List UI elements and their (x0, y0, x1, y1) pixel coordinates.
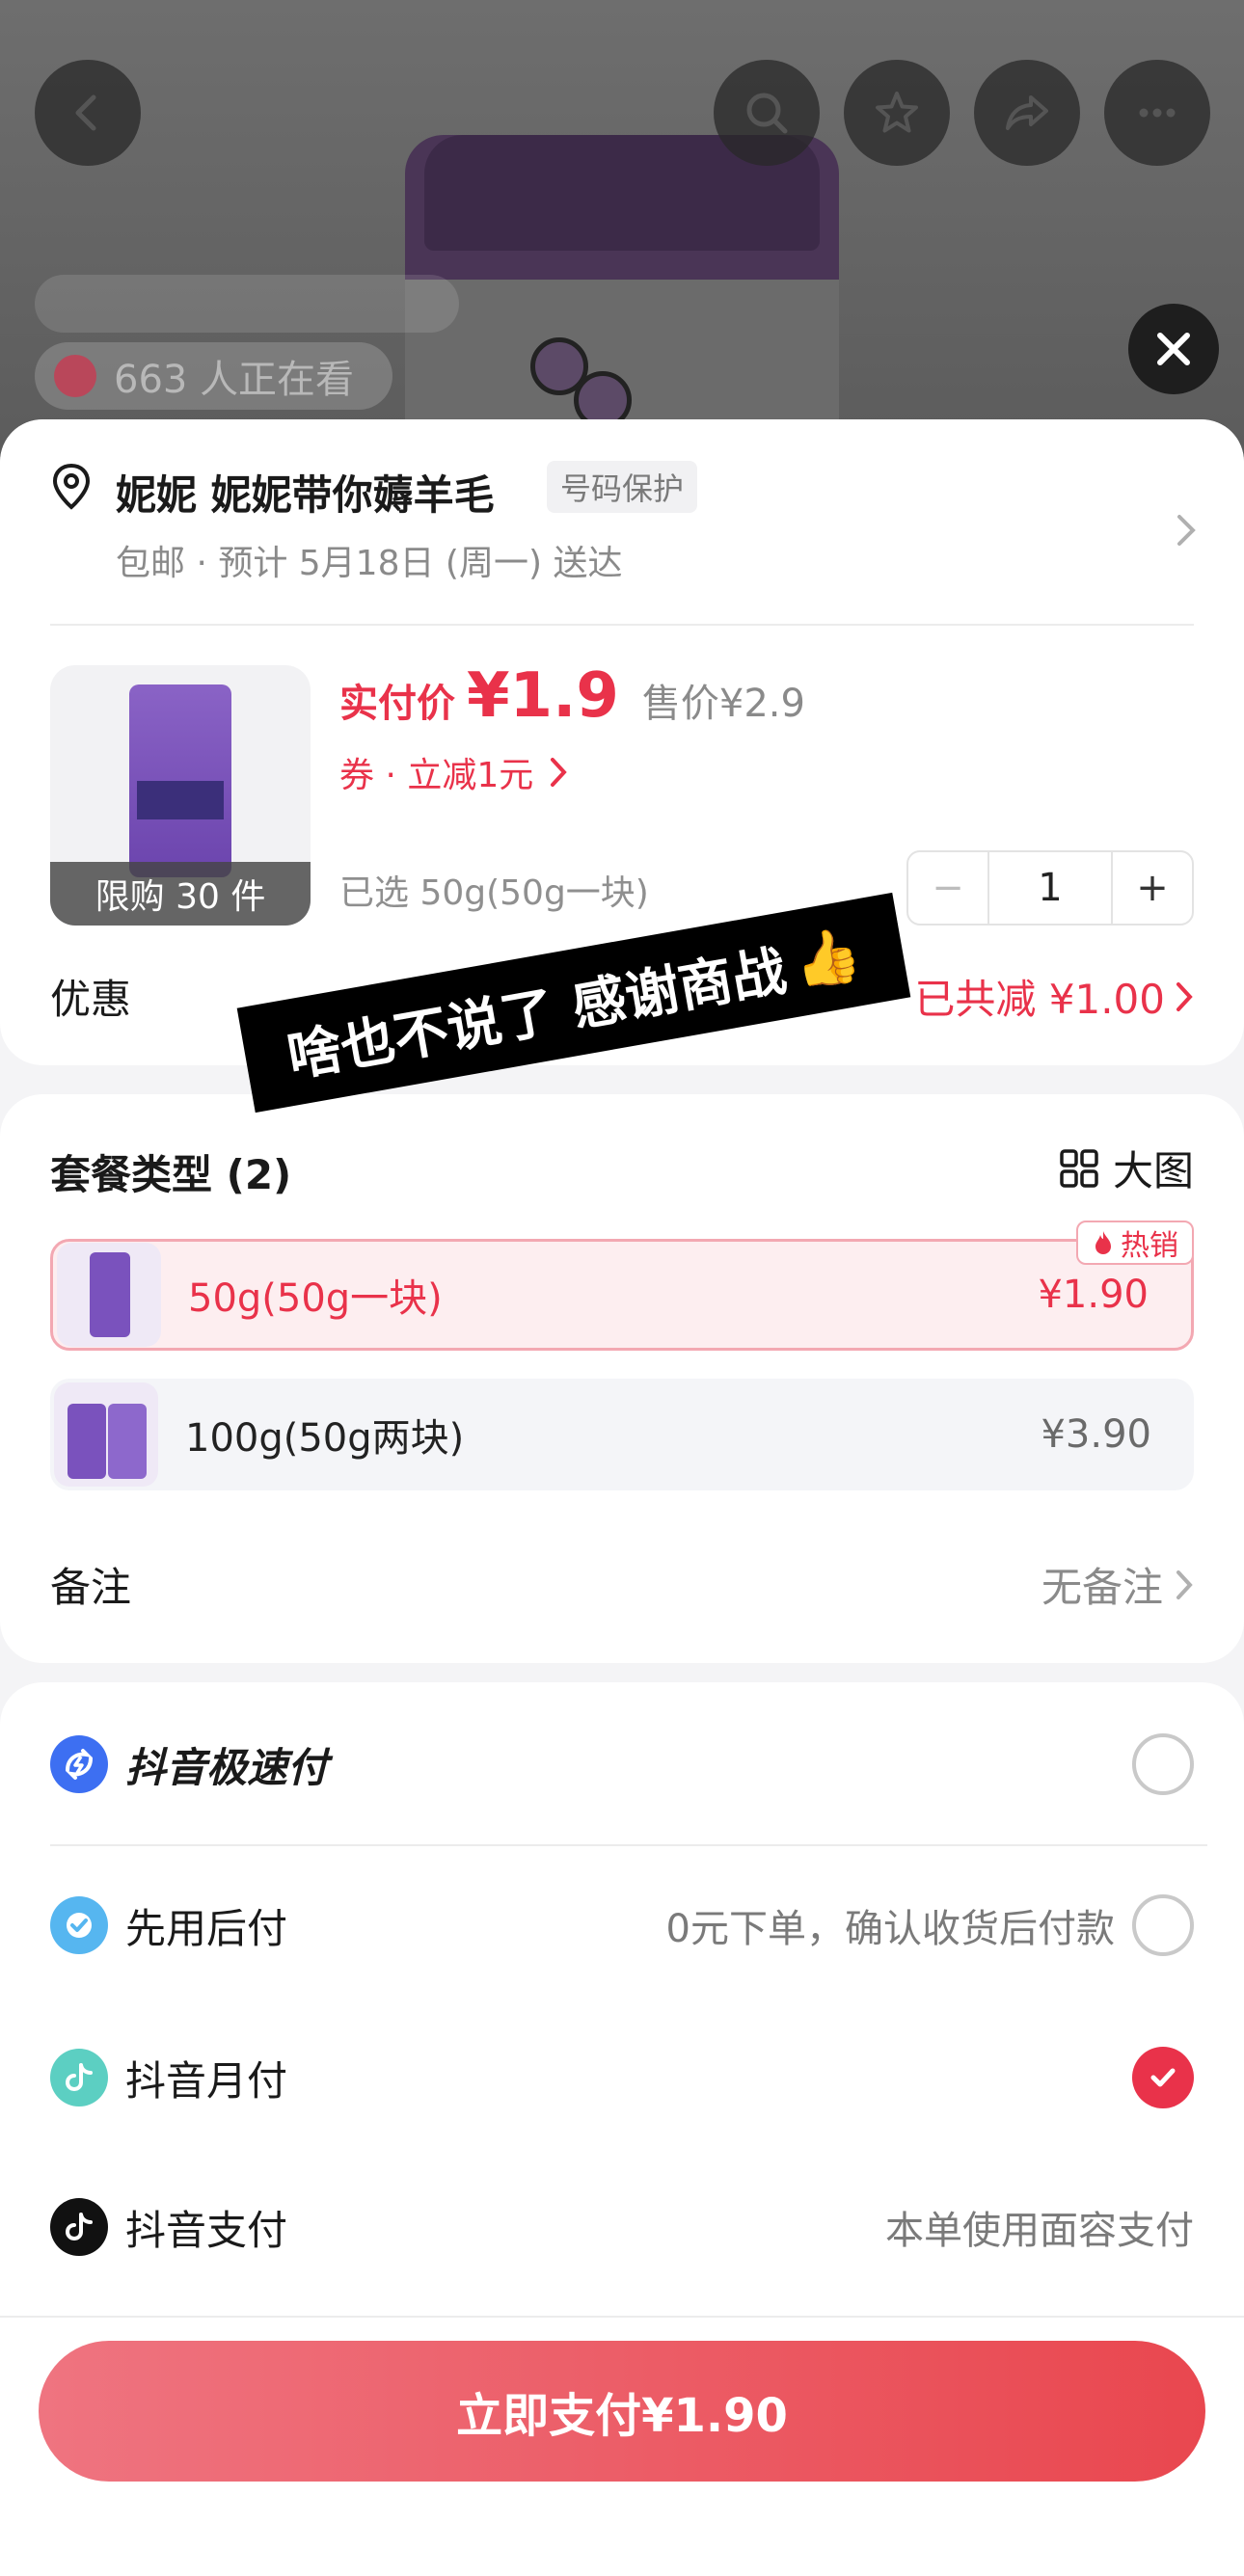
divider (50, 624, 1194, 626)
package-option[interactable]: 50g(50g一块) ¥1.90 热销 (50, 1221, 1194, 1351)
express-pay-icon (50, 1735, 108, 1793)
promotion-value-link[interactable]: 已共减 ¥1.00 (914, 967, 1194, 1026)
large-view-label: 大图 (1112, 1147, 1194, 1194)
large-view-toggle[interactable]: 大图 (1059, 1139, 1194, 1197)
chevron-right-icon (1176, 1570, 1193, 1599)
payment-option-label: 抖音支付 (125, 2206, 288, 2254)
product-thumbnail[interactable]: 限购 30 件 (50, 665, 311, 926)
checkout-sheet: 妮妮 妮妮带你薅羊毛 号码保护 包邮 · 预计 5月18日 (周一) 送达 限购… (0, 419, 1244, 2576)
divider (50, 1844, 1207, 1846)
coupon-text: 券 · 立减1元 (339, 756, 534, 795)
number-protection-badge: 号码保护 (547, 461, 698, 513)
search-icon (746, 93, 788, 134)
price-row: 实付价 ¥1.9 售价¥2.9 (339, 660, 805, 732)
package-option-thumbnail (57, 1243, 161, 1347)
back-button[interactable] (35, 60, 141, 166)
package-option-label: 50g(50g一块) (188, 1276, 443, 1321)
share-icon (1006, 95, 1048, 130)
viewer-count-text: 663 人正在看 (114, 358, 355, 402)
actual-price-value: ¥1.9 (467, 660, 619, 732)
package-box-image (108, 1404, 147, 1479)
chevron-right-icon (1177, 515, 1196, 546)
star-icon (876, 92, 918, 133)
package-type-card: 套餐类型 (2) 大图 50g(50g一块) ¥1.90 热销 100g(50g… (0, 1094, 1244, 1663)
chevron-right-icon (1176, 981, 1193, 1011)
close-icon (1157, 333, 1190, 365)
package-option-label: 100g(50g两块) (185, 1416, 465, 1461)
thumbs-up-icon: 👍 (788, 922, 866, 996)
flame-icon (1095, 1231, 1111, 1254)
pay-now-button[interactable]: 立即支付¥1.90 (39, 2341, 1205, 2482)
note-value: 无备注 (1041, 1564, 1163, 1611)
increase-quantity-button[interactable]: + (1113, 852, 1192, 924)
package-option-thumbnail (54, 1382, 158, 1487)
douyin-pay-icon (50, 2198, 108, 2256)
hot-sale-label: 热销 (1121, 1229, 1178, 1263)
payment-option-label: 抖音月付 (125, 2056, 288, 2105)
coupon-link[interactable]: 券 · 立减1元 (339, 747, 568, 797)
more-button[interactable] (1104, 60, 1210, 166)
chevron-right-icon (551, 758, 567, 787)
location-pin-icon (52, 463, 91, 510)
note-label: 备注 (50, 1564, 132, 1611)
purchase-limit-badge: 限购 30 件 (50, 862, 311, 926)
product-package-image (129, 684, 231, 877)
decrease-quantity-button[interactable]: − (908, 852, 987, 924)
hot-sale-badge: 热销 (1076, 1221, 1194, 1265)
grid-icon (1060, 1148, 1098, 1188)
payment-option-label: 先用后付 (125, 1904, 288, 1952)
payment-option-hint: 本单使用面容支付 (885, 2209, 1194, 2253)
delivery-estimate: 包邮 · 预计 5月18日 (周一) 送达 (116, 544, 623, 583)
package-option[interactable]: 100g(50g两块) ¥3.90 (50, 1379, 1194, 1490)
check-icon (1150, 2068, 1176, 2087)
partial-info-pill (35, 275, 459, 333)
radio-button-selected[interactable] (1132, 2047, 1194, 2108)
douyin-monthly-icon (50, 2049, 108, 2106)
share-button[interactable] (974, 60, 1080, 166)
package-type-title: 套餐类型 (2) (50, 1151, 292, 1198)
package-box-image (68, 1404, 106, 1479)
recipient-name: 妮妮 妮妮带你薅羊毛 (116, 471, 495, 519)
quantity-stepper: − 1 + (906, 850, 1194, 926)
note-link[interactable]: 无备注 (1041, 1555, 1194, 1614)
viewer-count-pill: 663 人正在看 (35, 342, 393, 410)
live-dot-icon (54, 355, 96, 397)
address-row[interactable]: 妮妮 妮妮带你薅羊毛 号码保护 包邮 · 预计 5月18日 (周一) 送达 (50, 461, 1198, 588)
promotion-label: 优惠 (50, 976, 132, 1023)
original-price: 售价¥2.9 (641, 682, 805, 726)
package-option-price: ¥3.90 (1041, 1412, 1151, 1457)
back-arrow-icon (75, 94, 96, 131)
more-dots-icon (1139, 108, 1176, 118)
actual-price-label: 实付价 (339, 682, 455, 726)
quantity-value[interactable]: 1 (987, 852, 1113, 924)
payment-option-label: 抖音极速付 (125, 1743, 329, 1791)
package-box-image (90, 1252, 130, 1337)
radio-button[interactable] (1132, 1894, 1194, 1956)
payment-option-monthly[interactable]: 抖音月付 (50, 2039, 1194, 2116)
payment-option-douyin-pay[interactable]: 抖音支付 本单使用面容支付 (50, 2188, 1194, 2266)
package-option-price: ¥1.90 (1038, 1273, 1149, 1317)
selected-spec: 已选 50g(50g一块) (339, 873, 649, 913)
payment-option-express[interactable]: 抖音极速付 (50, 1726, 1194, 1803)
promotion-value: 已共减 ¥1.00 (914, 976, 1165, 1023)
payment-option-pay-later[interactable]: 先用后付 0元下单，确认收货后付款 (50, 1887, 1194, 1964)
favorite-button[interactable] (844, 60, 950, 166)
search-button[interactable] (714, 60, 820, 166)
payment-option-hint: 0元下单，确认收货后付款 (665, 1907, 1115, 1951)
close-sheet-button[interactable] (1128, 304, 1219, 394)
radio-button[interactable] (1132, 1733, 1194, 1795)
pay-later-check-icon (50, 1896, 108, 1954)
